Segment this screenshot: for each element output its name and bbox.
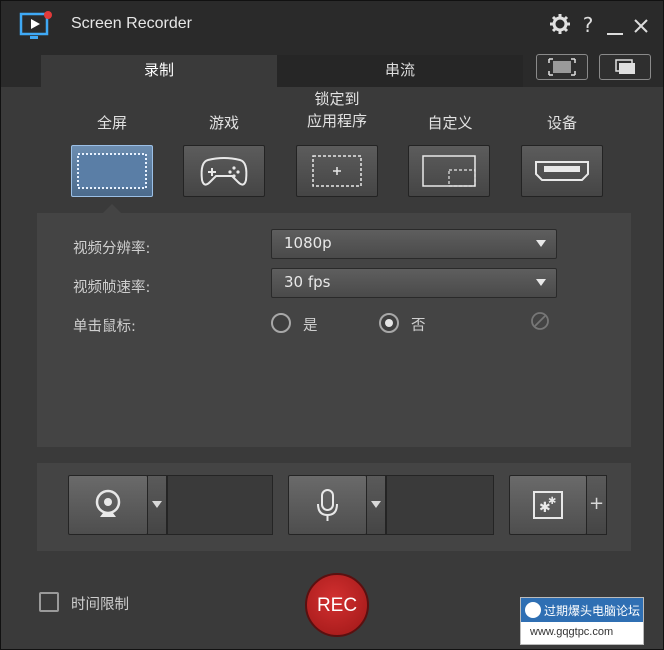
help-icon: ? <box>582 13 594 37</box>
mode-custom-button[interactable] <box>408 145 490 197</box>
svg-text:✱: ✱ <box>548 496 556 507</box>
gamepad-icon <box>200 157 248 186</box>
rec-button[interactable]: REC <box>305 573 369 637</box>
mode-label-game: 游戏 <box>208 114 239 132</box>
mouse-click-yes-label: 是 <box>303 318 318 334</box>
mode-label-lock-app: 锁定到 应用程序 <box>306 90 367 130</box>
microphone-level-area <box>386 475 494 535</box>
mode-label-device: 设备 <box>546 114 577 132</box>
app-logo-icon <box>19 11 52 39</box>
windows-icon <box>615 59 635 74</box>
watermark-line2: www.gqgtpc.com <box>530 626 614 638</box>
microphone-dropdown-arrow[interactable] <box>366 475 386 535</box>
mode-game-button[interactable] <box>183 145 265 197</box>
webcam-preview-area <box>167 475 273 535</box>
tab-record[interactable]: 录制 <box>41 55 277 87</box>
app-lock-icon <box>312 155 362 187</box>
fullscreen-icon <box>77 153 147 189</box>
minimize-button[interactable] <box>607 33 623 35</box>
framerate-dropdown[interactable]: 30 fps <box>271 268 557 298</box>
effects-button[interactable]: ✱ ✱ <box>509 475 587 535</box>
watermark-line1: 过期爆头电脑论坛 <box>544 604 641 618</box>
help-button[interactable]: ? <box>576 13 600 37</box>
region-select-icon <box>548 58 576 76</box>
add-device-button[interactable]: + <box>586 475 607 535</box>
webcam-dropdown-arrow[interactable] <box>147 475 167 535</box>
hdmi-device-icon <box>535 161 589 181</box>
chevron-down-icon <box>152 501 162 508</box>
plus-icon: + <box>588 493 605 514</box>
watermark: 过期爆头电脑论坛 www.gqgtpc.com <box>520 597 644 645</box>
mode-label-fullscreen: 全屏 <box>96 114 127 132</box>
mouse-click-yes-radio[interactable] <box>271 313 291 333</box>
watermark-logo-icon <box>525 602 541 618</box>
framerate-label: 视频帧速率: <box>73 280 151 296</box>
custom-region-icon <box>422 155 476 187</box>
effects-icon: ✱ ✱ <box>533 491 563 519</box>
region-view-button[interactable] <box>536 54 588 80</box>
window-view-button[interactable] <box>599 54 651 80</box>
title-bar: Screen Recorder ? <box>1 1 663 51</box>
settings-button[interactable] <box>548 13 572 37</box>
resolution-value: 1080p <box>284 234 332 252</box>
app-window: Screen Recorder ? 录制 串流 全屏 游戏 锁定到 应用程序 自… <box>0 0 664 650</box>
mouse-click-label: 单击鼠标: <box>73 319 136 335</box>
microphone-button[interactable] <box>288 475 367 535</box>
time-limit-label: 时间限制 <box>71 597 129 613</box>
mode-lock-app-button[interactable] <box>296 145 378 197</box>
microphone-icon <box>317 489 338 521</box>
mode-device-button[interactable] <box>521 145 603 197</box>
mode-label-custom: 自定义 <box>427 114 473 132</box>
disabled-icon <box>531 312 549 330</box>
resolution-dropdown[interactable]: 1080p <box>271 229 557 259</box>
chevron-down-icon <box>371 501 381 508</box>
gear-icon <box>550 14 570 34</box>
selected-mode-indicator <box>103 204 121 213</box>
framerate-value: 30 fps <box>284 273 331 291</box>
mouse-click-no-label: 否 <box>411 318 426 334</box>
chevron-down-icon <box>536 279 546 286</box>
time-limit-checkbox[interactable] <box>39 592 59 612</box>
mouse-click-no-radio[interactable] <box>379 313 399 333</box>
watermark-banner: 过期爆头电脑论坛 <box>521 598 643 622</box>
chevron-down-icon <box>536 240 546 247</box>
close-button[interactable] <box>633 18 649 34</box>
webcam-icon <box>95 489 121 517</box>
tab-stream[interactable]: 串流 <box>277 55 523 87</box>
window-title: Screen Recorder <box>71 15 192 32</box>
mode-fullscreen-button[interactable] <box>71 145 153 197</box>
webcam-button[interactable] <box>68 475 148 535</box>
resolution-label: 视频分辨率: <box>73 241 151 257</box>
